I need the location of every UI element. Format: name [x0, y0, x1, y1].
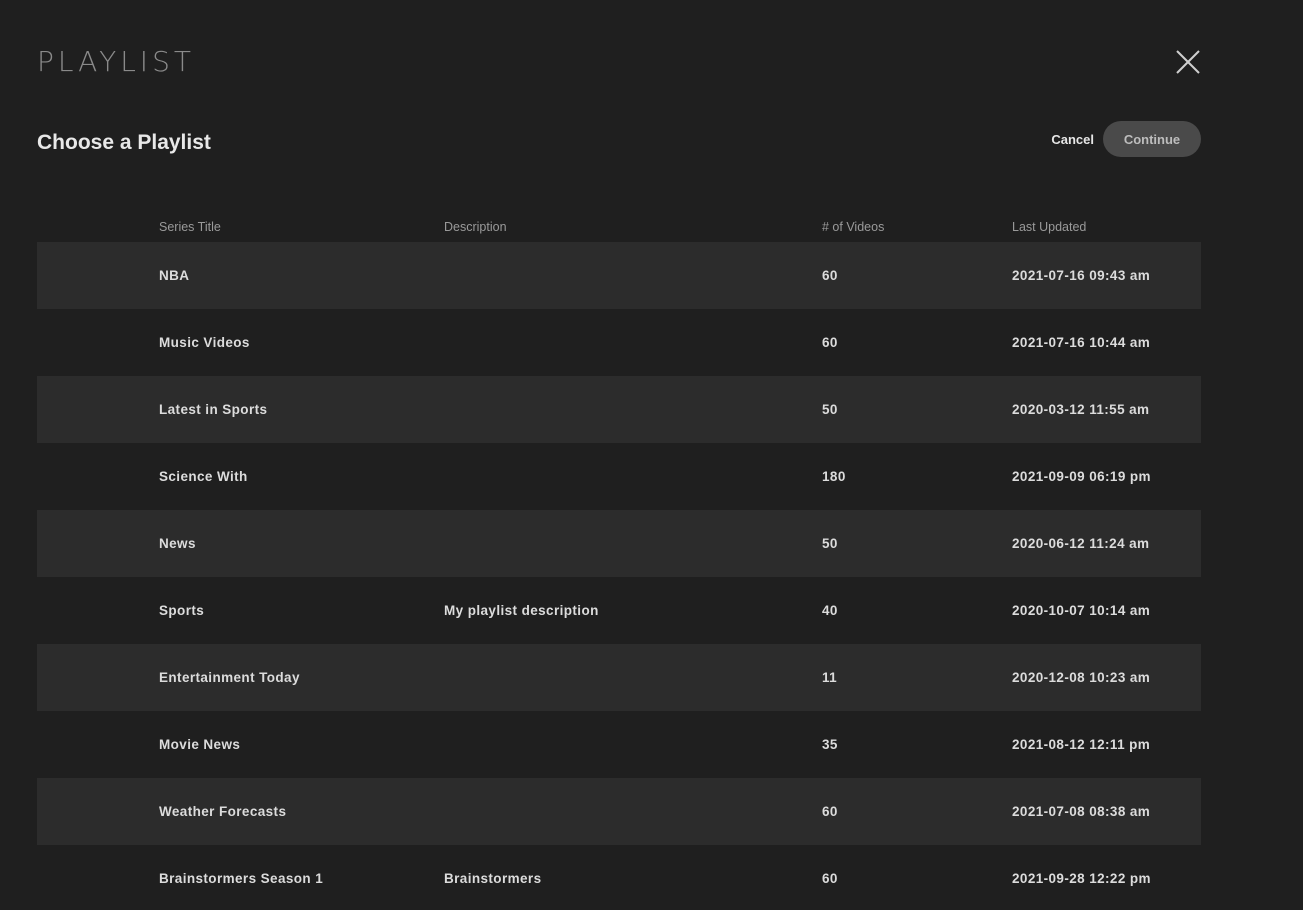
table-row[interactable]: Science With 180 2021-09-09 06:19 pm: [37, 443, 1201, 510]
table-row[interactable]: NBA 60 2021-07-16 09:43 am: [37, 242, 1201, 309]
row-title: News: [159, 536, 196, 551]
playlist-table: Series Title Description # of Videos Las…: [37, 212, 1201, 910]
row-title: Music Videos: [159, 335, 250, 350]
table-row[interactable]: Brainstormers Season 1 Brainstormers 60 …: [37, 845, 1201, 910]
row-video-count: 60: [822, 804, 838, 819]
action-bar: Cancel Continue: [1051, 121, 1201, 157]
row-last-updated: 2020-06-12 11:24 am: [1012, 536, 1150, 551]
table-row[interactable]: Weather Forecasts 60 2021-07-08 08:38 am: [37, 778, 1201, 845]
row-title: Movie News: [159, 737, 241, 752]
row-last-updated: 2020-12-08 10:23 am: [1012, 670, 1151, 685]
row-video-count: 50: [822, 536, 838, 551]
row-title: NBA: [159, 268, 190, 283]
row-title: Weather Forecasts: [159, 804, 287, 819]
row-description: Brainstormers: [444, 871, 542, 886]
row-last-updated: 2020-03-12 11:55 am: [1012, 402, 1150, 417]
row-video-count: 40: [822, 603, 838, 618]
row-title: Entertainment Today: [159, 670, 300, 685]
row-video-count: 180: [822, 469, 846, 484]
playlist-modal: PLAYLIST Choose a Playlist Cancel Contin…: [0, 0, 1303, 910]
row-last-updated: 2021-09-09 06:19 pm: [1012, 469, 1151, 484]
row-video-count: 60: [822, 335, 838, 350]
modal-title: PLAYLIST: [37, 45, 195, 78]
row-title: Science With: [159, 469, 248, 484]
table-row[interactable]: Sports My playlist description 40 2020-1…: [37, 577, 1201, 644]
row-last-updated: 2021-07-16 09:43 am: [1012, 268, 1151, 283]
row-last-updated: 2021-09-28 12:22 pm: [1012, 871, 1151, 886]
table-row[interactable]: Movie News 35 2021-08-12 12:11 pm: [37, 711, 1201, 778]
table-row[interactable]: Entertainment Today 11 2020-12-08 10:23 …: [37, 644, 1201, 711]
header-series-title[interactable]: Series Title: [37, 220, 444, 234]
continue-button[interactable]: Continue: [1103, 121, 1201, 157]
table-row[interactable]: Latest in Sports 50 2020-03-12 11:55 am: [37, 376, 1201, 443]
row-description: My playlist description: [444, 603, 599, 618]
header-last-updated[interactable]: Last Updated: [1012, 220, 1201, 234]
header-description[interactable]: Description: [444, 220, 822, 234]
row-last-updated: 2021-07-08 08:38 am: [1012, 804, 1151, 819]
row-video-count: 11: [822, 670, 838, 685]
row-last-updated: 2021-07-16 10:44 am: [1012, 335, 1151, 350]
cancel-button[interactable]: Cancel: [1051, 132, 1094, 147]
row-title: Latest in Sports: [159, 402, 268, 417]
table-row[interactable]: Music Videos 60 2021-07-16 10:44 am: [37, 309, 1201, 376]
close-icon: [1176, 50, 1200, 74]
header-video-count[interactable]: # of Videos: [822, 220, 1012, 234]
section-title: Choose a Playlist: [37, 131, 211, 154]
table-row[interactable]: News 50 2020-06-12 11:24 am: [37, 510, 1201, 577]
row-last-updated: 2020-10-07 10:14 am: [1012, 603, 1151, 618]
row-video-count: 60: [822, 871, 838, 886]
row-video-count: 50: [822, 402, 838, 417]
row-title: Brainstormers Season 1: [159, 871, 324, 886]
row-video-count: 60: [822, 268, 838, 283]
table-header: Series Title Description # of Videos Las…: [37, 212, 1201, 242]
row-video-count: 35: [822, 737, 838, 752]
close-button[interactable]: [1172, 46, 1204, 78]
row-title: Sports: [159, 603, 205, 618]
row-last-updated: 2021-08-12 12:11 pm: [1012, 737, 1151, 752]
